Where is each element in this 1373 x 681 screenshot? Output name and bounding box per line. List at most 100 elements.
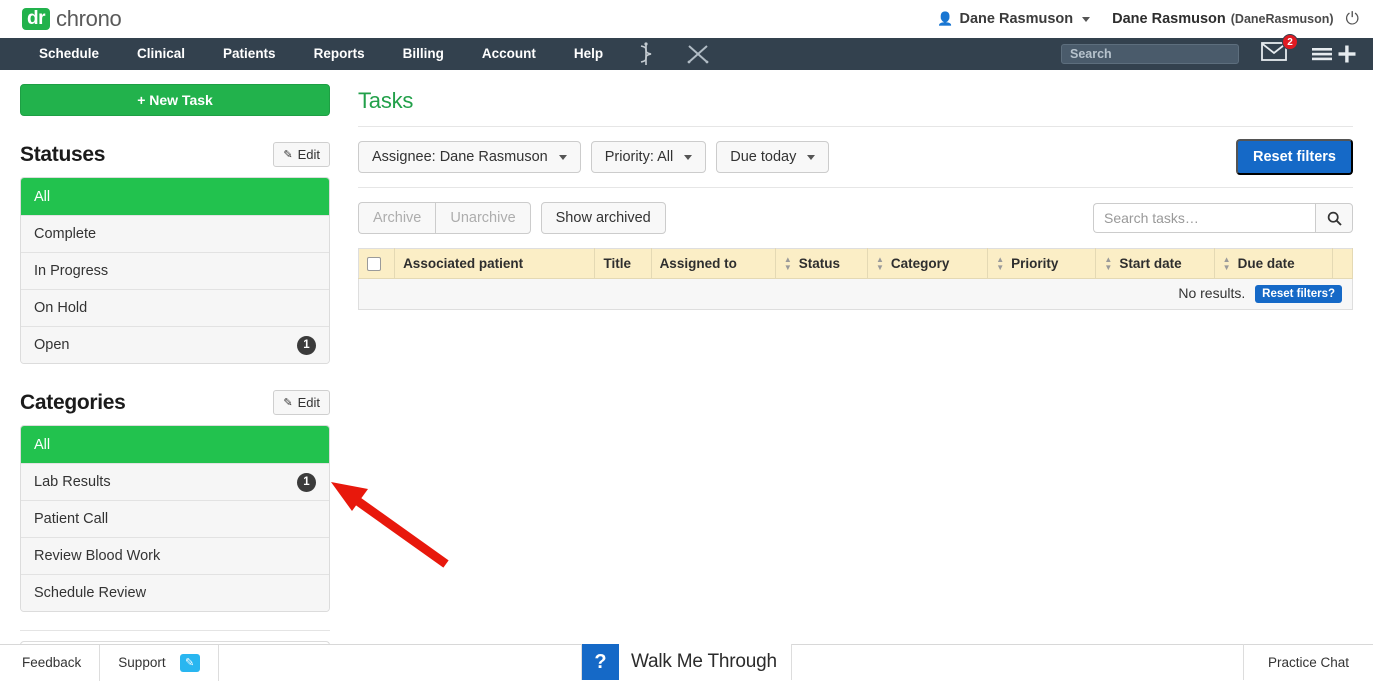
nav-item-patients[interactable]: Patients — [204, 38, 295, 70]
status-item-label: Open — [34, 337, 69, 353]
column-header-start-date[interactable]: ▲▼ Start date — [1096, 249, 1214, 279]
power-off-icon[interactable]: ⏻ — [1346, 9, 1359, 29]
drchrono-logo[interactable]: dr chrono — [22, 6, 121, 32]
category-item-lab-results[interactable]: Lab Results 1 — [21, 463, 329, 500]
chevron-down-icon — [684, 155, 692, 160]
footer-support-label: Support — [118, 655, 165, 670]
nav-item-clinical[interactable]: Clinical — [118, 38, 204, 70]
nav-items: Schedule Clinical Patients Reports Billi… — [20, 38, 726, 70]
title-divider — [358, 126, 1353, 127]
reset-filters-button[interactable]: Reset filters — [1236, 139, 1353, 175]
status-item-all[interactable]: All — [21, 178, 329, 215]
sort-arrows-icon: ▲▼ — [876, 257, 884, 271]
unarchive-button[interactable]: Unarchive — [435, 202, 530, 234]
category-item-review-blood-work[interactable]: Review Blood Work — [21, 537, 329, 574]
messages-badge: 2 — [1282, 34, 1298, 50]
column-header-assigned-to[interactable]: Assigned to — [651, 249, 775, 279]
nav-menu-toggle[interactable] — [1311, 44, 1357, 64]
top-bar: dr chrono 👤 Dane Rasmuson Dane Rasmuson … — [0, 0, 1373, 38]
tasks-empty-row: No results. Reset filters? — [359, 279, 1353, 310]
status-item-complete[interactable]: Complete — [21, 215, 329, 252]
footer-practice-chat[interactable]: Practice Chat — [1243, 644, 1373, 680]
walk-me-through-label: Walk Me Through — [619, 651, 791, 673]
pencil-icon: ✎ — [283, 148, 292, 161]
category-item-label: Patient Call — [34, 511, 108, 527]
categories-header: Categories ✎ Edit — [20, 390, 330, 415]
status-item-count: 1 — [297, 336, 316, 355]
footer-right: Practice Chat — [1243, 644, 1373, 680]
action-bar: Archive Unarchive Show archived — [358, 202, 1353, 234]
walk-me-through-button[interactable]: ? Walk Me Through — [581, 644, 792, 680]
tasks-table-header-row: Associated patient Title Assigned to ▲▼ … — [359, 249, 1353, 279]
status-item-in-progress[interactable]: In Progress — [21, 252, 329, 289]
task-search — [1093, 203, 1353, 233]
reset-filters-link[interactable]: Reset filters? — [1255, 285, 1342, 303]
question-mark-icon: ? — [582, 644, 619, 680]
status-item-on-hold[interactable]: On Hold — [21, 289, 329, 326]
search-tasks-input[interactable] — [1093, 203, 1315, 233]
sort-arrows-icon: ▲▼ — [1223, 257, 1231, 271]
column-label: Due date — [1238, 256, 1295, 271]
logo-mark: dr — [22, 8, 50, 31]
footer-bar: Feedback Support ✎ ? Walk Me Through Pra… — [0, 644, 1373, 680]
column-header-priority[interactable]: ▲▼ Priority — [988, 249, 1096, 279]
nav-bar-right: 2 — [1061, 38, 1363, 70]
chevron-down-icon — [559, 155, 567, 160]
messages-button[interactable]: 2 — [1261, 42, 1287, 66]
caduceus-icon[interactable] — [622, 42, 670, 66]
filter-bar: Assignee: Dane Rasmuson Priority: All Du… — [358, 141, 1353, 173]
category-item-count: 1 — [297, 473, 316, 492]
column-header-due-date[interactable]: ▲▼ Due date — [1214, 249, 1332, 279]
top-bar-right: 👤 Dane Rasmuson Dane Rasmuson (DaneRasmu… — [937, 0, 1359, 38]
status-item-label: On Hold — [34, 300, 87, 316]
user-handle: (DaneRasmuson) — [1231, 12, 1334, 26]
column-header-status[interactable]: ▲▼ Status — [775, 249, 867, 279]
column-header-category[interactable]: ▲▼ Category — [867, 249, 987, 279]
select-all-checkbox[interactable] — [367, 257, 381, 271]
footer-feedback[interactable]: Feedback — [0, 645, 100, 681]
user-icon: 👤 — [937, 11, 953, 27]
global-search-input[interactable] — [1061, 44, 1239, 64]
category-item-label: Lab Results — [34, 474, 111, 490]
new-task-button[interactable]: + New Task — [20, 84, 330, 116]
statuses-list: All Complete In Progress On Hold Open 1 — [20, 177, 330, 364]
pencil-icon[interactable]: ✎ — [180, 654, 200, 672]
column-header-title[interactable]: Title — [595, 249, 651, 279]
category-item-schedule-review[interactable]: Schedule Review — [21, 574, 329, 611]
edit-categories-button[interactable]: ✎ Edit — [273, 390, 330, 415]
no-results-cell: No results. Reset filters? — [359, 279, 1353, 310]
assignee-filter-label: Assignee: Dane Rasmuson — [372, 149, 548, 165]
column-header-associated-patient[interactable]: Associated patient — [395, 249, 595, 279]
show-archived-button[interactable]: Show archived — [541, 202, 666, 234]
nav-item-reports[interactable]: Reports — [295, 38, 384, 70]
column-label: Category — [891, 256, 950, 271]
priority-filter-dropdown[interactable]: Priority: All — [591, 141, 707, 173]
due-date-filter-dropdown[interactable]: Due today — [716, 141, 829, 173]
statuses-header: Statuses ✎ Edit — [20, 142, 330, 167]
column-label: Assigned to — [660, 256, 737, 271]
nav-item-account[interactable]: Account — [463, 38, 555, 70]
footer-support[interactable]: Support ✎ — [100, 645, 218, 681]
category-item-all[interactable]: All — [21, 426, 329, 463]
edit-statuses-button[interactable]: ✎ Edit — [273, 142, 330, 167]
tasks-table-body: No results. Reset filters? — [359, 279, 1353, 310]
archive-button[interactable]: Archive — [358, 202, 435, 234]
category-item-patient-call[interactable]: Patient Call — [21, 500, 329, 537]
categories-list: All Lab Results 1 Patient Call Review Bl… — [20, 425, 330, 612]
status-item-label: All — [34, 189, 50, 205]
column-label: Associated patient — [403, 256, 523, 271]
sidebar: + New Task Statuses ✎ Edit All Complete … — [0, 70, 350, 680]
status-item-open[interactable]: Open 1 — [21, 326, 329, 363]
column-header-spacer — [1332, 249, 1352, 279]
nav-item-help[interactable]: Help — [555, 38, 622, 70]
pencil-icon: ✎ — [283, 396, 292, 409]
category-item-label: Review Blood Work — [34, 548, 160, 564]
user-menu[interactable]: 👤 Dane Rasmuson — [937, 11, 1090, 27]
nav-item-schedule[interactable]: Schedule — [20, 38, 118, 70]
nav-item-billing[interactable]: Billing — [384, 38, 463, 70]
crossed-scalpels-icon[interactable] — [670, 43, 726, 65]
search-tasks-button[interactable] — [1315, 203, 1353, 233]
assignee-filter-dropdown[interactable]: Assignee: Dane Rasmuson — [358, 141, 581, 173]
main-content: Tasks Assignee: Dane Rasmuson Priority: … — [350, 70, 1373, 680]
edit-statuses-label: Edit — [298, 147, 320, 162]
